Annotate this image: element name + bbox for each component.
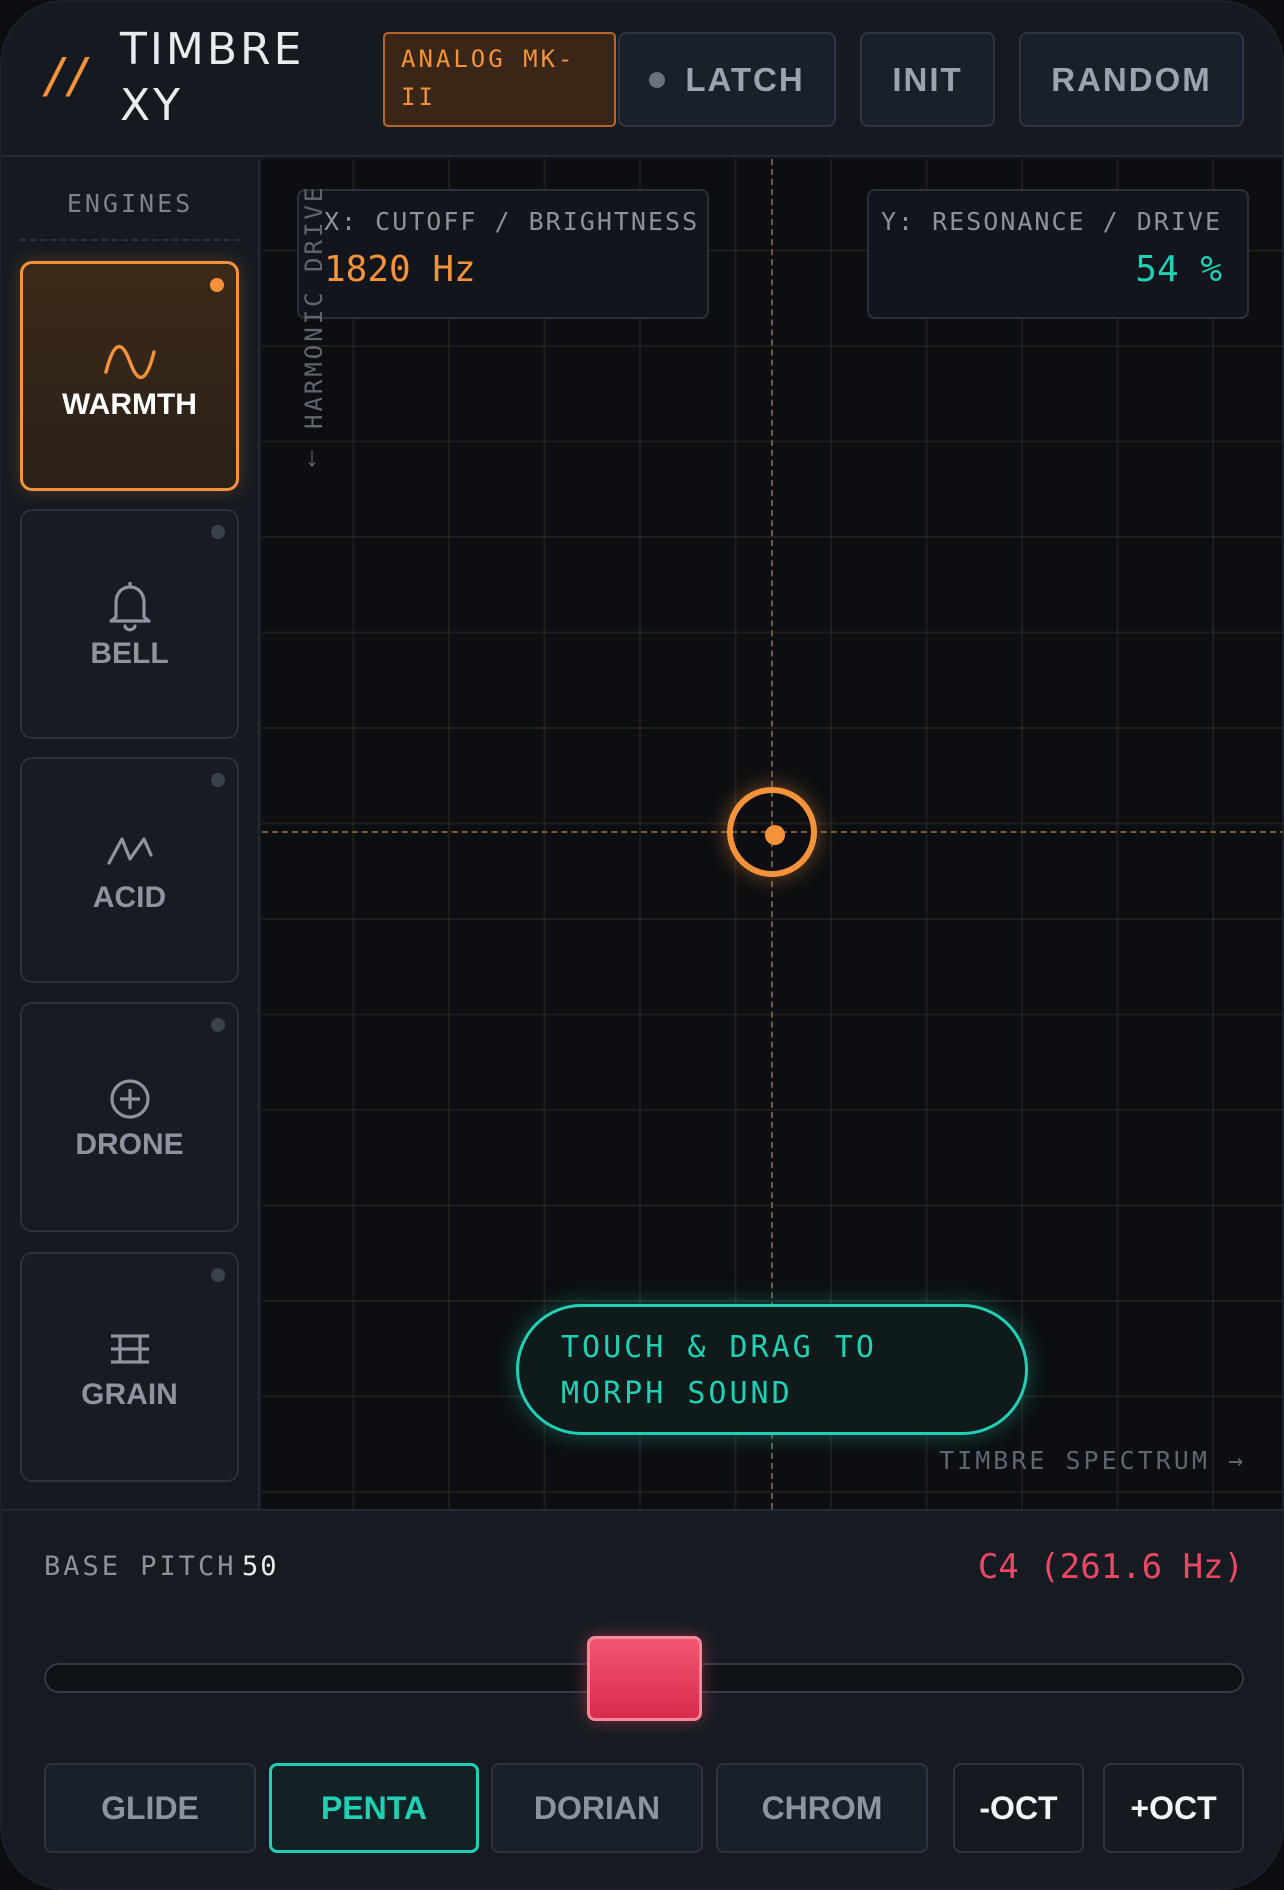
x-readout-value: 1820 Hz xyxy=(324,249,476,290)
base-pitch-value: 50 xyxy=(242,1551,279,1582)
y-readout-caption: Y: RESONANCE / DRIVE xyxy=(880,207,1222,236)
sidebar-divider xyxy=(20,239,240,241)
app-title: TIMBRE XY xyxy=(120,24,305,131)
xy-cursor-handle[interactable] xyxy=(727,787,817,877)
plus-circle-icon xyxy=(22,1076,237,1122)
engine-led-icon xyxy=(211,1018,225,1032)
synth-app: // TIMBRE XY ANALOG MK-II LATCH INIT RAN… xyxy=(0,0,1284,1890)
mode-penta-button[interactable]: PENTA xyxy=(269,1763,479,1853)
y-axis-arrow-icon: ↓ xyxy=(305,441,319,472)
engine-bell-button[interactable]: BELL xyxy=(20,509,239,739)
sidebar-title: ENGINES xyxy=(66,189,194,218)
engine-acid-button[interactable]: ACID xyxy=(20,757,239,983)
engine-warmth-button[interactable]: WARMTH xyxy=(20,261,239,491)
engine-led-icon xyxy=(211,1268,225,1282)
mode-chrom-button[interactable]: CHROM xyxy=(716,1763,928,1853)
engine-label: DRONE xyxy=(75,1128,184,1161)
y-axis-label: HARMONIC DRIVE xyxy=(300,184,328,429)
bell-icon xyxy=(22,579,237,633)
engine-label: BELL xyxy=(90,637,169,670)
engine-led-icon xyxy=(211,773,225,787)
cursor-center-dot xyxy=(765,825,785,845)
latch-label: LATCH xyxy=(685,60,805,98)
mode-dorian-button[interactable]: DORIAN xyxy=(491,1763,703,1853)
latch-indicator-icon xyxy=(649,71,666,88)
sawtooth-wave-icon xyxy=(22,833,237,867)
drag-hint-pill: TOUCH & DRAG TO MORPH SOUND xyxy=(516,1304,1028,1435)
y-readout-value: 54 % xyxy=(1135,249,1222,290)
note-readout: C4 (261.6 Hz) xyxy=(977,1547,1244,1587)
octave-down-button[interactable]: -OCT xyxy=(953,1763,1084,1853)
mode-glide-button[interactable]: GLIDE xyxy=(44,1763,256,1853)
engine-label: GRAIN xyxy=(81,1378,178,1411)
engine-led-icon xyxy=(211,525,225,539)
engine-grain-button[interactable]: GRAIN xyxy=(20,1252,239,1482)
octave-up-button[interactable]: +OCT xyxy=(1103,1763,1244,1853)
latch-button[interactable]: LATCH xyxy=(618,32,836,127)
pitch-panel: BASE PITCH 50 C4 (261.6 Hz) GLIDE PENTA … xyxy=(2,1509,1282,1888)
header-bar: // TIMBRE XY ANALOG MK-II LATCH INIT RAN… xyxy=(2,2,1282,157)
y-readout: Y: RESONANCE / DRIVE 54 % xyxy=(867,189,1249,319)
x-axis-label: TIMBRE SPECTRUM → xyxy=(939,1446,1246,1475)
base-pitch-label: BASE PITCH xyxy=(44,1551,237,1582)
engine-label: WARMTH xyxy=(62,388,197,421)
x-readout: X: CUTOFF / BRIGHTNESS 1820 Hz xyxy=(297,189,709,319)
engine-drone-button[interactable]: DRONE xyxy=(20,1002,239,1232)
init-button[interactable]: INIT xyxy=(860,32,995,127)
sine-wave-icon xyxy=(23,342,236,382)
x-readout-caption: X: CUTOFF / BRIGHTNESS xyxy=(324,207,700,236)
engine-label: ACID xyxy=(92,881,167,914)
logo-mark: // xyxy=(42,48,94,104)
grain-icon xyxy=(22,1330,237,1368)
random-button[interactable]: RANDOM xyxy=(1019,32,1244,127)
xy-pad[interactable]: X: CUTOFF / BRIGHTNESS 1820 Hz Y: RESONA… xyxy=(262,159,1282,1509)
preset-badge[interactable]: ANALOG MK-II xyxy=(383,32,616,127)
engine-active-led-icon xyxy=(210,278,224,292)
engine-sidebar: ENGINES WARMTH BELL ACID DRONE GRAIN xyxy=(2,159,260,1509)
pitch-slider-thumb[interactable] xyxy=(586,1636,702,1721)
